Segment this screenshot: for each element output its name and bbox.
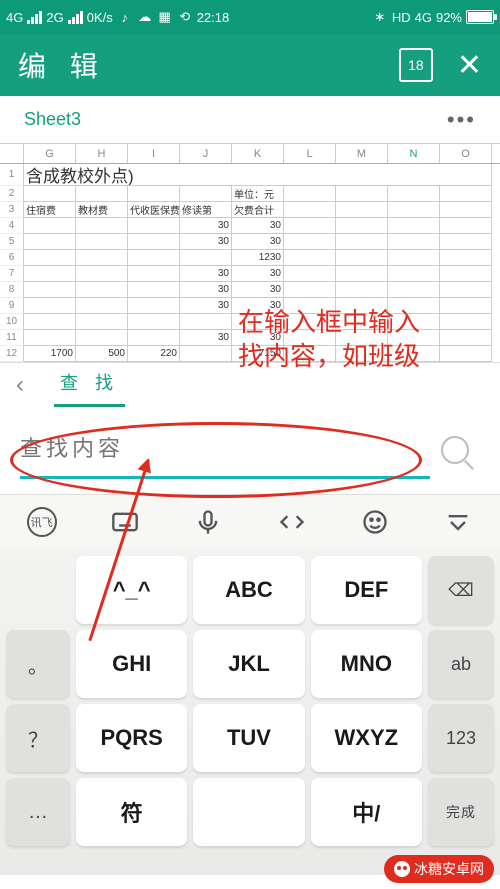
sheet-tab[interactable]: Sheet3 (24, 109, 81, 130)
net-label-1: 4G (6, 10, 23, 25)
watermark: 冰糖安卓网 (384, 855, 494, 883)
status-right: ∗ HD 4G 92% (372, 9, 494, 25)
battery-icon (466, 10, 494, 24)
bt-icon: ∗ (372, 9, 388, 25)
status-bar: 4G 2G 0K/s ♪ ☁ ▦ ⟲ 22:18 ∗ HD 4G 92% (0, 0, 500, 34)
music-icon: ♪ (117, 9, 133, 25)
signal-icon (27, 11, 42, 24)
count-badge[interactable]: 18 (399, 48, 433, 82)
clock: 22:18 (197, 10, 230, 25)
close-icon[interactable]: ✕ (457, 48, 482, 83)
table-row[interactable]: 73030 (0, 266, 500, 282)
key-period[interactable]: 。 (6, 630, 70, 698)
key-tuv[interactable]: TUV (193, 704, 304, 772)
key-ellipsis[interactable]: … (6, 778, 70, 846)
search-button[interactable] (430, 436, 480, 464)
battery-pct: 92% (436, 10, 462, 25)
key-question[interactable]: ？ (6, 704, 70, 772)
dropdown-icon[interactable] (440, 504, 476, 540)
key-symbols[interactable]: 符 (76, 778, 187, 846)
sheet-tab-bar: Sheet3 ••• (0, 96, 500, 144)
key-face[interactable]: ^_^ (76, 556, 187, 624)
key-wxyz[interactable]: WXYZ (311, 704, 422, 772)
back-icon[interactable]: ‹ (16, 371, 24, 399)
page-title: 编 辑 (18, 45, 106, 85)
search-input[interactable] (20, 422, 430, 479)
key-def[interactable]: DEF (311, 556, 422, 624)
signal-icon-2 (68, 11, 83, 24)
key-ab-mode[interactable]: ab (428, 630, 494, 698)
net-speed: 0K/s (87, 10, 113, 25)
column-headers: GHI JKL MNO (0, 144, 500, 164)
mic-icon[interactable] (190, 504, 226, 540)
watermark-icon (394, 861, 410, 877)
spreadsheet[interactable]: GHI JKL MNO 1 含成教校外点) 2 单位：元 3 住宿费 教材费 代… (0, 144, 500, 362)
table-row[interactable]: 3 住宿费 教材费 代收医保费 修读第 欠费合计 (0, 202, 500, 218)
sync-icon: ⟲ (177, 9, 193, 25)
net-label-3: 4G (415, 10, 432, 25)
key-space[interactable] (193, 778, 304, 846)
status-left: 4G 2G 0K/s ♪ ☁ ▦ ⟲ 22:18 (6, 9, 229, 25)
cloud-icon: ☁ (137, 9, 153, 25)
key-pqrs[interactable]: PQRS (76, 704, 187, 772)
table-row[interactable]: 1217005002207150 (0, 346, 500, 362)
key-123[interactable]: 123 (428, 704, 494, 772)
key-mno[interactable]: MNO (311, 630, 422, 698)
table-row[interactable]: 53030 (0, 234, 500, 250)
key-abc[interactable]: ABC (193, 556, 304, 624)
app-header: 编 辑 18 ✕ (0, 34, 500, 96)
key-done[interactable]: 完成 (428, 778, 494, 846)
net-label-2: 2G (46, 10, 63, 25)
find-toolbar: ‹ 查 找 (0, 362, 500, 406)
keyboard-toolbar: 讯飞 (0, 494, 500, 548)
search-icon (441, 436, 469, 464)
backspace-icon: ⌫ (448, 580, 473, 601)
table-row[interactable]: 61230 (0, 250, 500, 266)
find-tab[interactable]: 查 找 (60, 369, 119, 401)
table-row[interactable]: 93030 (0, 298, 500, 314)
table-row[interactable]: 113030 (0, 330, 500, 346)
key-backspace[interactable]: ⌫ (428, 556, 494, 624)
table-row[interactable]: 83030 (0, 282, 500, 298)
code-icon[interactable] (274, 504, 310, 540)
emoji-icon[interactable] (357, 504, 393, 540)
more-icon[interactable]: ••• (447, 107, 476, 133)
table-row[interactable]: 2 单位：元 (0, 186, 500, 202)
key-lang[interactable]: 中/ (311, 778, 422, 846)
search-row (0, 406, 500, 494)
keyboard-icon[interactable] (107, 504, 143, 540)
keyboard: ^_^ ABC DEF ⌫ 。 GHI JKL MNO ab ？ PQRS TU… (0, 548, 500, 875)
ime-logo-icon[interactable]: 讯飞 (24, 504, 60, 540)
grid-icon: ▦ (157, 9, 173, 25)
key-jkl[interactable]: JKL (193, 630, 304, 698)
table-row[interactable]: 10 (0, 314, 500, 330)
table-row[interactable]: 43030 (0, 218, 500, 234)
key-ghi[interactable]: GHI (76, 630, 187, 698)
table-row[interactable]: 1 含成教校外点) (0, 164, 500, 186)
hd-label: HD (392, 10, 411, 25)
